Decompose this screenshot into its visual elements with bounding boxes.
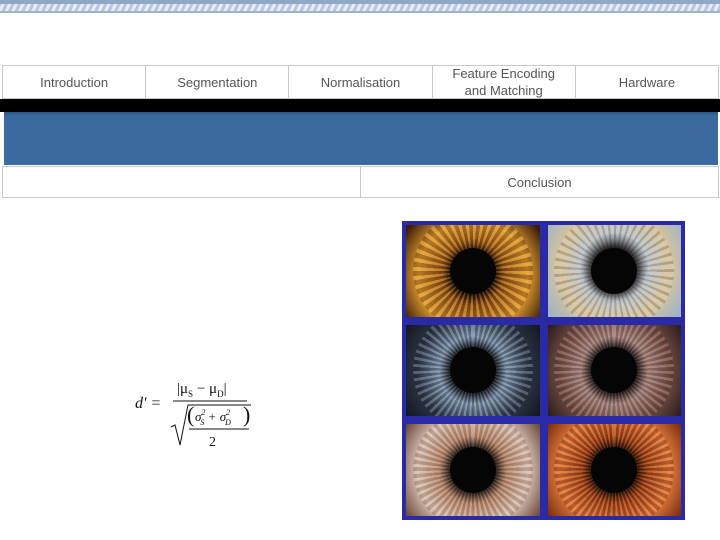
iris-amber-image xyxy=(406,225,540,317)
nav-item-label: Feature Encoding and Matching xyxy=(452,66,556,98)
sub-nav-item-conclusion[interactable]: Conclusion xyxy=(360,166,719,198)
nav-item-label: Segmentation xyxy=(177,74,258,90)
iris-image-gallery xyxy=(402,221,685,520)
formula-denominator: σ2 S + σ2 D xyxy=(195,408,231,427)
nav-item-hardware[interactable]: Hardware xyxy=(574,65,720,99)
nav-item-label: Hardware xyxy=(618,74,676,90)
sub-nav: Conclusion xyxy=(2,166,719,198)
sub-nav-label: Conclusion xyxy=(507,174,572,190)
formula-paren-close: ) xyxy=(243,402,250,427)
top-decorative-stripe xyxy=(0,0,720,13)
main-nav: Introduction Segmentation Normalisation … xyxy=(2,65,720,99)
formula-paren-open: ( xyxy=(187,402,194,427)
iris-orange-image xyxy=(547,424,681,516)
title-band xyxy=(4,112,718,165)
black-divider-bar xyxy=(0,99,720,112)
iris-grey-blue-image xyxy=(547,225,681,317)
nav-item-label: Normalisation xyxy=(320,74,401,90)
formula-lhs: d' = xyxy=(135,395,161,412)
formula-numerator: |μS − μD| xyxy=(177,381,227,399)
sub-nav-item-blank[interactable] xyxy=(2,166,361,198)
nav-item-feature-encoding[interactable]: Feature Encoding and Matching xyxy=(431,65,576,99)
nav-item-label: Introduction xyxy=(40,74,109,90)
formula-divisor: 2 xyxy=(209,435,216,450)
nav-item-segmentation[interactable]: Segmentation xyxy=(145,65,290,99)
dprime-formula-svg: d' = |μS − μD| ( σ2 S + σ2 D ) 2 xyxy=(135,381,251,450)
title-band-shadow xyxy=(4,112,718,116)
iris-dark-blue-image xyxy=(406,324,540,417)
nav-item-normalisation[interactable]: Normalisation xyxy=(288,65,433,99)
top-stripe-cap xyxy=(0,0,720,4)
nav-item-introduction[interactable]: Introduction xyxy=(2,65,147,99)
iris-brown-image xyxy=(547,324,681,417)
iris-light-brown-image xyxy=(406,424,540,516)
dprime-formula: d' = |μS − μD| ( σ2 S + σ2 D ) 2 xyxy=(135,375,265,455)
